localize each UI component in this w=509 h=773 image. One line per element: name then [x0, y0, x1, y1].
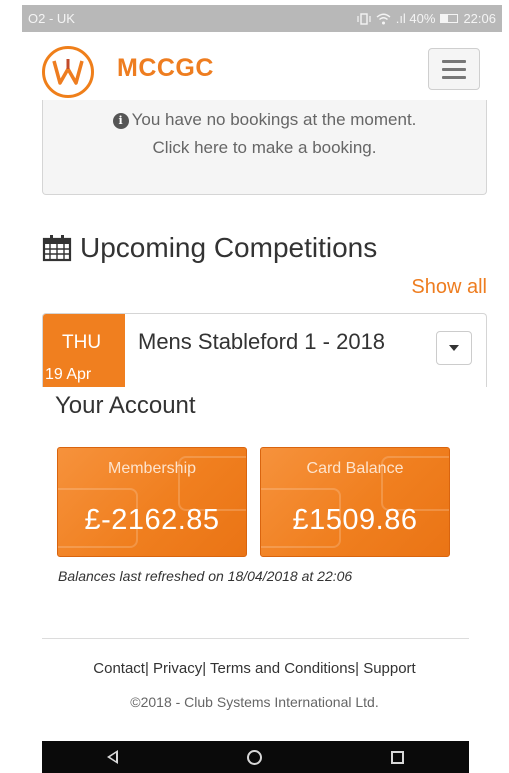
footer-divider — [42, 638, 469, 639]
competitions-heading: Upcoming Competitions — [42, 232, 377, 264]
carrier-label: O2 - UK — [28, 11, 75, 26]
contact-link[interactable]: Contact — [93, 660, 145, 677]
recent-apps-icon[interactable] — [391, 750, 405, 764]
system-nav-bar — [42, 741, 469, 773]
membership-label: Membership — [107, 460, 197, 477]
copyright-text: ©2018 - Club Systems International Ltd. — [130, 694, 379, 710]
competition-day: THU — [62, 332, 102, 353]
hamburger-icon-bar — [442, 67, 466, 71]
hamburger-icon-bar — [442, 59, 466, 63]
competition-name[interactable]: Mens Stableford 1 - 2018 — [138, 329, 385, 355]
balances-refresh-note: Balances last refreshed on 18/04/2018 at… — [58, 568, 353, 584]
home-icon[interactable] — [246, 749, 262, 765]
site-header: MCCGC — [22, 32, 502, 108]
vibrate-icon — [357, 12, 371, 25]
competition-dropdown-button[interactable] — [436, 331, 472, 365]
terms-link[interactable]: Terms and Conditions — [210, 660, 355, 677]
menu-toggle-button[interactable] — [428, 48, 480, 90]
battery-icon — [440, 14, 459, 23]
status-bar: O2 - UK .ıl 40% 22:06 — [22, 5, 502, 32]
logo-mark-icon — [52, 59, 84, 85]
no-bookings-text: You have no bookings at the moment. — [131, 110, 417, 129]
wifi-icon — [376, 13, 391, 24]
competitions-title: Upcoming Competitions — [80, 232, 378, 263]
competition-date: 19 Apr — [45, 366, 92, 383]
calendar-icon — [42, 235, 72, 262]
card-balance-label: Card Balance — [306, 460, 404, 477]
club-logo[interactable] — [42, 46, 94, 98]
account-title: Your Account — [55, 392, 196, 419]
info-icon: i — [112, 113, 129, 129]
clock-time: 22:06 — [463, 11, 496, 26]
footer-links: Contact| Privacy| Terms and Conditions| … — [93, 660, 416, 677]
support-link[interactable]: Support — [363, 660, 416, 677]
status-icons: .ıl 40% 22:06 — [357, 11, 496, 26]
bookings-notice[interactable]: i You have no bookings at the moment. Cli… — [42, 100, 487, 195]
privacy-link[interactable]: Privacy — [153, 660, 202, 677]
membership-value: £-2162.85 — [84, 504, 220, 536]
caret-down-icon — [449, 345, 459, 351]
brand-title[interactable]: MCCGC — [117, 54, 214, 83]
hamburger-icon-bar — [442, 75, 466, 79]
card-balance-tile[interactable]: Card Balance £1509.86 — [260, 447, 450, 557]
competition-date-badge: THU 19 Apr — [43, 314, 125, 387]
bookings-line-1: i You have no bookings at the moment. — [43, 106, 486, 134]
card-balance-value: £1509.86 — [292, 504, 418, 536]
signal-text: .ıl 40% — [395, 11, 436, 26]
make-booking-link[interactable]: Click here to make a booking. — [43, 134, 486, 162]
back-icon[interactable] — [106, 750, 118, 764]
membership-balance-tile[interactable]: Membership £-2162.85 — [57, 447, 247, 557]
competition-item[interactable]: THU 19 Apr Mens Stableford 1 - 2018 — [42, 313, 487, 387]
show-all-link[interactable]: Show all — [411, 276, 487, 299]
